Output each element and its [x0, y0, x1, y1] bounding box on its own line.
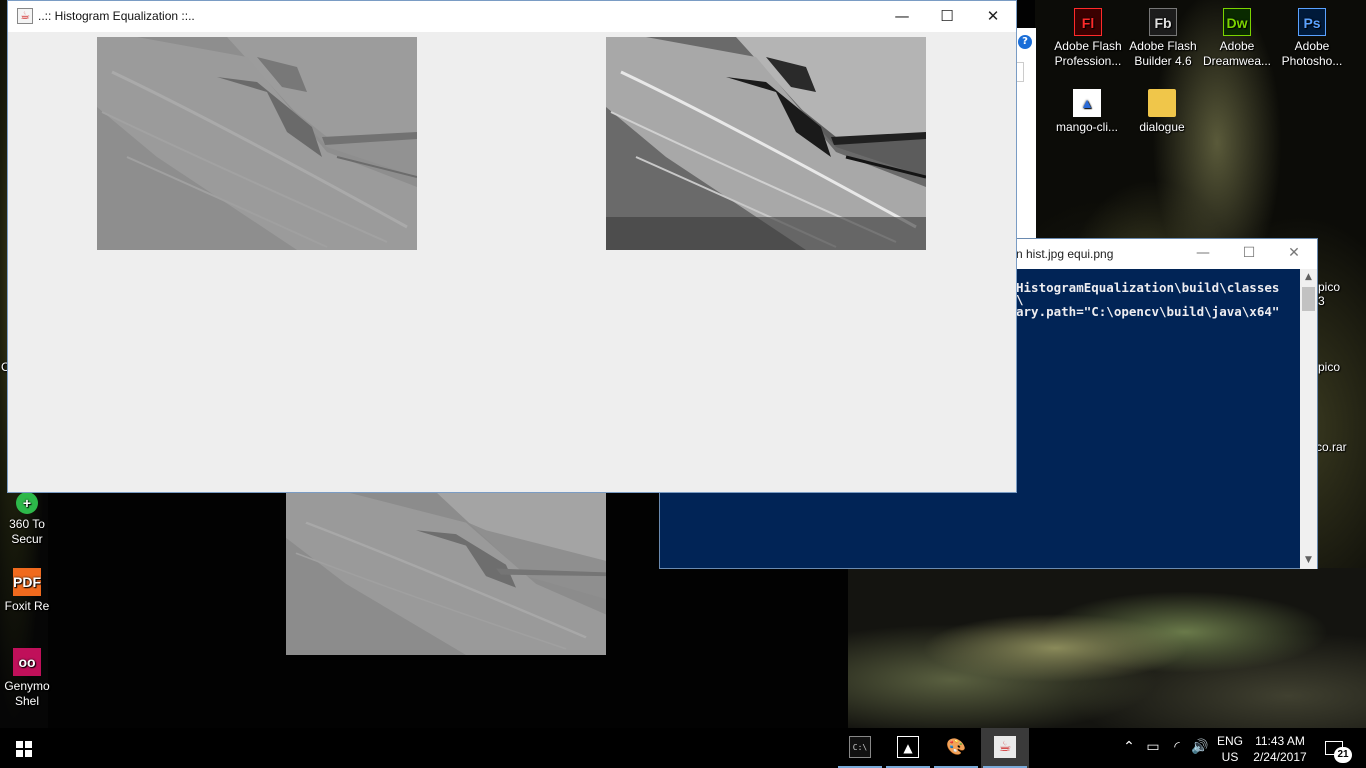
dreamweaver-icon: Dw [1223, 8, 1251, 36]
flash-icon: Fl [1074, 8, 1102, 36]
folder-icon [1148, 89, 1176, 117]
desktop-icon-label: Shel [14, 694, 40, 708]
desktop-icon-adobe-dreamweaver[interactable]: Dw Adobe Dreamwea... [1198, 8, 1276, 69]
pdf-icon: PDF [13, 568, 41, 596]
desktop-icon-label: Foxit Re [4, 599, 50, 613]
console-close-button[interactable]: ✕ [1271, 239, 1317, 269]
wallpaper-statue [848, 568, 1366, 728]
desktop-icon-label: Adobe [1219, 39, 1255, 53]
desktop-icon-adobe-flash-builder[interactable]: Fb Adobe Flash Builder 4.6 [1124, 8, 1202, 69]
window-title-bar[interactable]: ☕ ..:: Histogram Equalization ::.. — ☐ ✕ [8, 1, 1016, 32]
close-button[interactable]: ✕ [970, 1, 1016, 32]
desktop-partial-label: pico [1318, 280, 1341, 294]
desktop-icon-label: dialogue [1139, 120, 1185, 134]
console-line: ary.path="C:\opencv\build\java\x64" [1016, 304, 1280, 319]
equalized-image-panel [606, 37, 926, 250]
genymotion-icon: oo [13, 648, 41, 676]
chevron-up-icon[interactable]: ⌃ [1120, 739, 1138, 755]
clock-date: 2/24/2017 [1253, 750, 1307, 764]
maximize-button[interactable]: ☐ [924, 1, 970, 32]
notification-badge: 21 [1334, 747, 1352, 763]
desktop-icon-label: mango-cli... [1055, 120, 1119, 134]
region-code: US [1221, 750, 1239, 764]
paint-icon: 🎨 [946, 737, 966, 756]
clock[interactable]: 11:43 AM 2/24/2017 [1244, 733, 1316, 765]
desktop-icon-label: Genymo [4, 679, 50, 693]
shield-plus-icon: + [16, 492, 38, 514]
console-line: HistogramEqualization\build\classes [1016, 280, 1280, 295]
desktop-partial-label: co.rar [1316, 440, 1347, 454]
scroll-thumb[interactable] [1302, 287, 1315, 311]
desktop-icon-label: Photosho... [1281, 54, 1343, 68]
clock-time: 11:43 AM [1255, 734, 1305, 748]
battery-icon[interactable]: ▭ [1144, 739, 1162, 755]
windows-logo-icon [16, 741, 32, 757]
console-minimize-button[interactable]: — [1180, 239, 1226, 269]
java-icon: ☕ [17, 8, 33, 24]
desktop-icon-label: Dreamwea... [1202, 54, 1272, 68]
language-code: ENG [1217, 734, 1244, 748]
taskbar-app-paint[interactable]: 🎨 [932, 728, 980, 768]
desktop-icon-label: Adobe Flash [1129, 39, 1197, 53]
desktop-icon-mango-cli[interactable]: ▲ mango-cli... [1048, 89, 1126, 135]
landscape-image-equalized [606, 37, 926, 250]
image-file-icon: ▲ [1073, 89, 1101, 117]
landscape-image-original [286, 492, 606, 655]
landscape-image-grayscale [97, 37, 417, 250]
desktop-icon-foxit-reader[interactable]: PDF Foxit Re [0, 568, 62, 614]
desktop-icon-label: Builder 4.6 [1134, 54, 1192, 68]
image-window-original[interactable] [286, 492, 606, 655]
desktop-icon-360-security[interactable]: + 360 To Secur [0, 492, 62, 547]
desktop-icon-label: Adobe [1294, 39, 1330, 53]
desktop-icon-label: Adobe Flash [1054, 39, 1122, 53]
taskbar: C:\ ▲ 🎨 ☕ ⌃ ▭ ◜ 🔊 ENG US 11:43 AM 2/24/2… [0, 728, 1366, 768]
console-maximize-button[interactable]: ☐ [1226, 239, 1272, 269]
console-scrollbar[interactable]: ▲ ▼ [1300, 269, 1317, 569]
desktop-icon-label: 360 To [9, 517, 45, 531]
desktop-icon-adobe-flash-professional[interactable]: Fl Adobe Flash Profession... [1049, 8, 1127, 69]
action-center-button[interactable]: 21 [1320, 728, 1366, 768]
histogram-equalization-window[interactable]: ☕ ..:: Histogram Equalization ::.. — ☐ ✕ [7, 0, 1017, 493]
scroll-up-icon[interactable]: ▲ [1300, 269, 1317, 286]
help-icon[interactable]: ? [1018, 35, 1032, 49]
language-indicator[interactable]: ENG US [1217, 733, 1243, 765]
desktop-partial-label: 3 [1318, 294, 1325, 308]
window-title: ..:: Histogram Equalization ::.. [38, 9, 195, 23]
minimize-button[interactable]: — [879, 1, 925, 32]
flash-builder-icon: Fb [1149, 8, 1177, 36]
start-button[interactable] [0, 728, 48, 768]
desktop-icon-label: Secur [11, 532, 43, 546]
desktop-icon-genymotion-shell[interactable]: oo Genymo Shel [0, 648, 62, 709]
desktop-partial-label: pico [1318, 360, 1341, 374]
photoshop-icon: Ps [1298, 8, 1326, 36]
volume-icon[interactable]: 🔊 [1191, 739, 1209, 755]
java-icon: ☕ [994, 736, 1016, 758]
original-image-panel [97, 37, 417, 250]
desktop-icon-adobe-photoshop[interactable]: Ps Adobe Photosho... [1273, 8, 1351, 69]
desktop-icon-dialogue[interactable]: dialogue [1123, 89, 1201, 135]
command-prompt-icon: C:\ [849, 736, 871, 758]
taskbar-app-photos[interactable]: ▲ [884, 728, 932, 768]
wifi-icon[interactable]: ◜ [1168, 739, 1186, 755]
scroll-down-icon[interactable]: ▼ [1300, 552, 1317, 569]
console-title: n hist.jpg equi.png [1016, 247, 1114, 261]
taskbar-app-java[interactable]: ☕ [981, 728, 1029, 768]
photos-icon: ▲ [897, 736, 919, 758]
desktop-icon-label: Profession... [1054, 54, 1122, 68]
taskbar-app-command-prompt[interactable]: C:\ [836, 728, 884, 768]
